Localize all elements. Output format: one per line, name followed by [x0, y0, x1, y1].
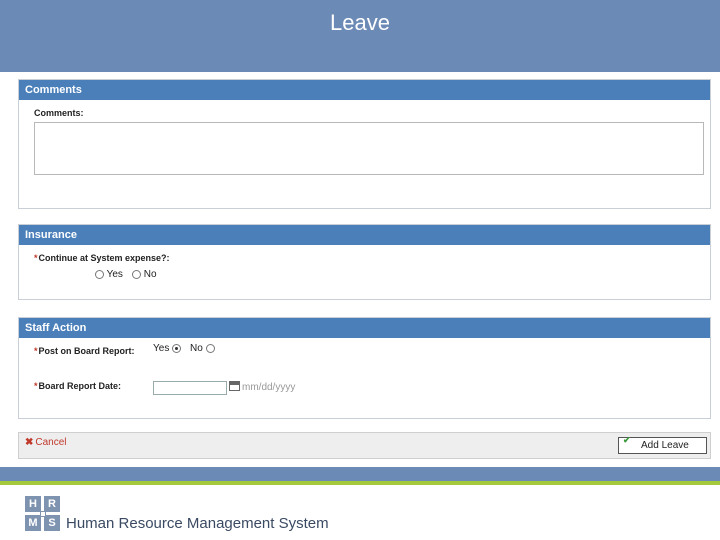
- comments-label: Comments:: [34, 108, 84, 118]
- logo-letter-s: S: [44, 515, 60, 531]
- post-board-label: *Post on Board Report:: [34, 346, 135, 356]
- cancel-link[interactable]: ✖ Cancel: [25, 437, 67, 448]
- required-marker: *: [34, 381, 38, 391]
- staff-action-panel: Staff Action *Post on Board Report: Yes …: [18, 317, 711, 419]
- logo-letter-m: M: [25, 515, 41, 531]
- insurance-yes-radio[interactable]: [95, 269, 104, 279]
- staff-action-section-title: Staff Action: [19, 318, 710, 338]
- board-date-label-text: Board Report Date:: [38, 381, 122, 391]
- action-bar: ✖ Cancel ✔ Add Leave: [18, 432, 711, 459]
- insurance-panel: Insurance *Continue at System expense?: …: [18, 224, 711, 300]
- cancel-icon: ✖: [25, 437, 34, 448]
- post-no-label: No: [190, 343, 203, 354]
- required-marker: *: [34, 346, 38, 356]
- post-option-yes[interactable]: Yes: [153, 343, 182, 354]
- insurance-option-yes[interactable]: Yes: [95, 269, 123, 280]
- header-banner: Leave: [0, 0, 720, 72]
- hrms-logo: H R M S: [25, 496, 61, 532]
- add-leave-button[interactable]: ✔ Add Leave: [618, 435, 707, 454]
- check-icon: ✔: [623, 435, 631, 445]
- insurance-label-text: Continue at System expense?:: [38, 253, 170, 263]
- logo-center-dot: [40, 511, 46, 517]
- post-option-no[interactable]: No: [190, 343, 215, 354]
- insurance-yes-label: Yes: [106, 269, 123, 280]
- post-yes-radio[interactable]: [172, 343, 182, 353]
- required-marker: *: [34, 253, 38, 263]
- post-yes-label: Yes: [153, 343, 170, 354]
- comments-panel: Comments Comments:: [18, 79, 711, 209]
- footer-divider-green: [0, 481, 720, 485]
- insurance-section-title: Insurance: [19, 225, 710, 245]
- insurance-no-label: No: [143, 269, 157, 280]
- system-name: Human Resource Management System: [66, 515, 329, 532]
- cancel-label: Cancel: [35, 437, 67, 448]
- board-date-input[interactable]: [153, 381, 227, 395]
- board-date-label: *Board Report Date:: [34, 381, 121, 391]
- page-title: Leave: [330, 10, 390, 35]
- post-no-radio[interactable]: [205, 343, 215, 353]
- calendar-icon[interactable]: [229, 381, 240, 391]
- comments-textarea[interactable]: [34, 122, 704, 175]
- comments-section-title: Comments: [19, 80, 710, 100]
- insurance-field-label: *Continue at System expense?:: [34, 253, 170, 263]
- logo-letter-r: R: [44, 496, 60, 512]
- footer-divider-blue: [0, 467, 720, 481]
- add-leave-label: Add Leave: [641, 440, 689, 451]
- logo-letter-h: H: [25, 496, 41, 512]
- post-board-label-text: Post on Board Report:: [38, 346, 135, 356]
- insurance-no-radio[interactable]: [132, 269, 141, 279]
- insurance-option-no[interactable]: No: [132, 269, 157, 280]
- date-format-hint: mm/dd/yyyy: [242, 382, 296, 393]
